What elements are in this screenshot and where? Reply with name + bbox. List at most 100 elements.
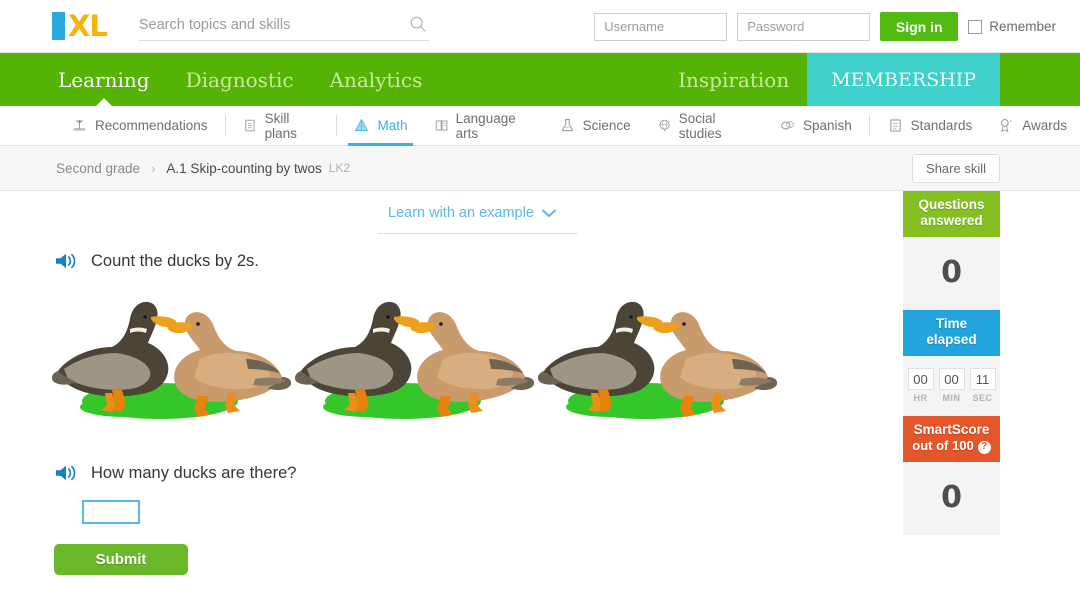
speaker-audio-icon[interactable] [54, 251, 78, 271]
smartscore-subtitle: out of 100 [912, 438, 974, 453]
duck-pair [536, 289, 779, 429]
main-nav-right: Inspiration MEMBERSHIP [660, 53, 1000, 106]
score-sidebar: Questions answered 0 Time elapsed 00 HR … [903, 191, 1000, 535]
globe-icon [659, 119, 670, 132]
answer-input[interactable] [82, 500, 140, 524]
award-ribbon-icon [1001, 119, 1012, 133]
breadcrumb-separator-icon: › [151, 160, 156, 176]
share-skill-button[interactable]: Share skill [912, 154, 1000, 183]
timer-minutes-value: 00 [938, 368, 965, 390]
timer-minutes-label: MIN [942, 393, 961, 403]
help-icon[interactable]: ? [977, 440, 991, 454]
question-prompt-text: Count the ducks by 2s. [91, 251, 259, 270]
time-elapsed-header: Time elapsed [903, 310, 1000, 356]
duck-pair-image [51, 301, 292, 419]
password-field[interactable] [737, 12, 871, 41]
spanish-icon [781, 121, 794, 130]
login-area: Sign in Remember [594, 12, 1056, 41]
timer-seconds: 11 SEC [969, 368, 996, 403]
timer-hours-value: 00 [907, 368, 934, 390]
breadcrumb-skill-code: LK2 [328, 161, 351, 175]
subnav-item-science[interactable]: Science [546, 106, 644, 145]
time-elapsed-title-1: Time [935, 316, 968, 331]
timer-hours-label: HR [913, 393, 928, 403]
breadcrumb-grade[interactable]: Second grade [56, 161, 140, 176]
subnav-label-language-arts: Language arts [455, 110, 516, 141]
logo-i-bar [52, 12, 65, 40]
time-elapsed-title-2: elapsed [926, 332, 977, 347]
questions-answered-value: 0 [941, 255, 962, 290]
duck-pair [293, 289, 536, 429]
search-container [138, 11, 429, 41]
question-content: Learn with an example Count the ducks by… [0, 191, 1080, 605]
breadcrumb-bar: Second grade › A.1 Skip-counting by twos… [0, 146, 1080, 191]
breadcrumb-skill: A.1 Skip-counting by twos [166, 160, 322, 176]
smartscore-title: SmartScore [913, 422, 990, 437]
subnav-label-recommendations: Recommendations [95, 118, 208, 133]
timer-hours: 00 HR [907, 368, 934, 403]
username-field[interactable] [594, 12, 728, 41]
recommendations-icon [73, 119, 86, 131]
nav-item-analytics[interactable]: Analytics [312, 53, 441, 106]
nav-item-diagnostic-label: Diagnostic [185, 67, 294, 92]
subnav-item-social-studies[interactable]: Social studies [644, 106, 766, 145]
logo-xl-text: XL [68, 9, 108, 43]
smartscore-header: SmartScore out of 100? [903, 416, 1000, 462]
subnav-label-skill-plans: Skill plans [264, 110, 297, 141]
search-input[interactable] [138, 11, 394, 39]
nav-item-inspiration[interactable]: Inspiration [660, 53, 807, 106]
questions-answered-header: Questions answered [903, 191, 1000, 237]
subnav-divider [335, 115, 337, 136]
timer-seconds-label: SEC [972, 393, 993, 403]
submit-button[interactable]: Submit [54, 544, 188, 575]
questions-answered-title-2: answered [920, 213, 983, 228]
learn-with-example-link[interactable]: Learn with an example [388, 205, 556, 221]
subnav-label-awards: Awards [1022, 118, 1067, 133]
search-icon[interactable] [409, 15, 427, 33]
learn-with-example-label: Learn with an example [388, 205, 534, 221]
smartscore-subtitle-row: out of 100? [905, 438, 998, 454]
nav-item-membership-label: MEMBERSHIP [831, 68, 976, 91]
sign-in-button[interactable]: Sign in [880, 12, 959, 41]
remember-checkbox[interactable] [968, 19, 983, 34]
main-nav-left: Learning Diagnostic Analytics [40, 53, 441, 107]
duck-pair-image [294, 301, 535, 419]
duck-illustration-group [50, 289, 780, 429]
timer-seconds-value: 11 [969, 368, 996, 390]
science-flask-icon [561, 119, 574, 132]
nav-item-inspiration-label: Inspiration [678, 67, 790, 92]
subnav-label-standards: Standards [910, 118, 973, 133]
subnav-label-social-studies: Social studies [678, 110, 722, 141]
subnav-item-language-arts[interactable]: Language arts [421, 106, 546, 145]
ixl-skill-page: XL Sign in Remember Learning [0, 0, 1080, 605]
chevron-down-icon [541, 209, 556, 217]
main-navigation: Learning Diagnostic Analytics Inspiratio… [0, 53, 1080, 107]
nav-item-membership[interactable]: MEMBERSHIP [807, 53, 1000, 106]
learn-divider [378, 233, 578, 234]
timer-minutes: 00 MIN [938, 368, 965, 403]
subnav-item-recommendations[interactable]: Recommendations [58, 106, 221, 145]
ixl-logo[interactable]: XL [52, 9, 108, 43]
math-icon [355, 118, 369, 132]
subnav-item-skill-plans[interactable]: Skill plans [229, 106, 331, 145]
remember-checkbox-group[interactable]: Remember [968, 19, 1056, 34]
nav-item-diagnostic[interactable]: Diagnostic [168, 53, 312, 106]
subnav-divider [868, 115, 870, 136]
nav-item-analytics-label: Analytics [329, 67, 423, 92]
subnav-item-spanish[interactable]: Spanish [766, 106, 865, 145]
subnav-label-science: Science [582, 118, 631, 133]
subnav-item-standards[interactable]: Standards [874, 106, 986, 145]
duck-pair [50, 289, 293, 429]
subnav-label-spanish: Spanish [802, 118, 852, 133]
subnav-item-math[interactable]: Math [340, 106, 420, 146]
speaker-audio-icon[interactable] [54, 463, 78, 483]
subnav-label-math: Math [377, 118, 408, 133]
language-arts-icon [435, 120, 447, 131]
timer-display: 00 HR 00 MIN 11 SEC [903, 356, 1000, 416]
nav-item-learning[interactable]: Learning [40, 53, 168, 107]
subnav-item-awards[interactable]: Awards [985, 106, 1080, 145]
question-prompt-row: Count the ducks by 2s. [54, 251, 259, 271]
clipboard-icon [889, 118, 901, 132]
question-ask-row: How many ducks are there? [54, 463, 296, 483]
duck-pair-image [537, 301, 778, 419]
